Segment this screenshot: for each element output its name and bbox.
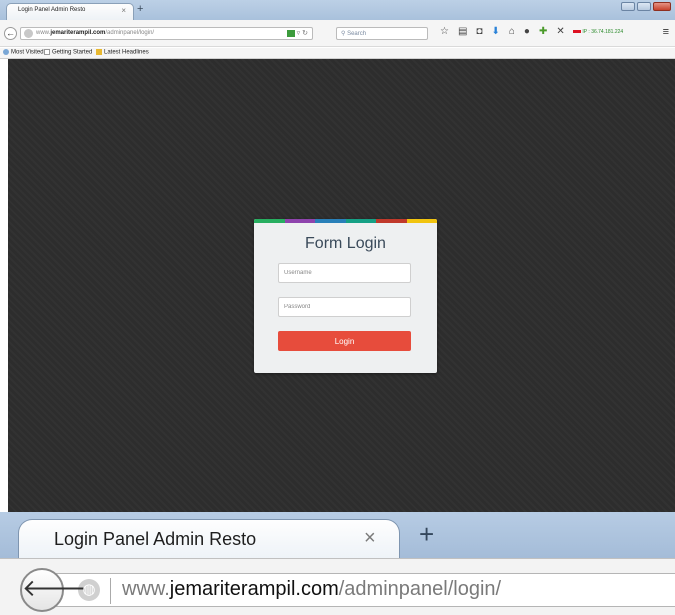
stripe-segment bbox=[315, 219, 346, 223]
zoomed-navigation-toolbar: ◍ www.jemariterampil.com/adminpanel/logi… bbox=[0, 558, 675, 615]
library-icon[interactable]: ▤ bbox=[458, 25, 467, 39]
toolbar-icons: ☆ ▤ ◘ ⬇ ⌂ ● ✚ ✕ bbox=[440, 25, 565, 39]
stripe-segment bbox=[376, 219, 407, 223]
home-icon[interactable]: ⌂ bbox=[509, 25, 515, 39]
hamburger-menu-icon[interactable]: ≡ bbox=[663, 25, 669, 39]
reload-icon[interactable]: ↻ bbox=[302, 30, 308, 37]
zoomed-new-tab-button[interactable]: + bbox=[419, 521, 434, 547]
new-tab-button[interactable]: + bbox=[137, 3, 143, 15]
zoomed-browser-chrome: Login Panel Admin Resto × + ◍ www.jemari… bbox=[0, 512, 675, 615]
addon-flag-icon[interactable] bbox=[286, 29, 295, 37]
zoomed-tab-title: Login Panel Admin Resto bbox=[54, 529, 257, 549]
stripe-segment bbox=[345, 219, 376, 223]
back-arrow-icon[interactable]: 🡐 bbox=[20, 568, 86, 612]
minimize-button[interactable] bbox=[621, 2, 635, 11]
pocket-icon[interactable]: ◘ bbox=[476, 25, 482, 39]
login-button[interactable]: Login bbox=[278, 331, 411, 351]
download-icon[interactable]: ⬇ bbox=[491, 25, 499, 39]
zoomed-tab-strip: Login Panel Admin Resto × + bbox=[0, 512, 675, 558]
globe-icon bbox=[24, 29, 33, 38]
bookmark-getting-started[interactable]: Getting Started bbox=[44, 49, 92, 56]
ip-badge: IP : 36.74.181.224 bbox=[573, 29, 623, 35]
browser-tab-strip: Login Panel Admin Resto × + bbox=[0, 0, 675, 20]
username-field[interactable] bbox=[278, 263, 411, 283]
browser-tab[interactable]: Login Panel Admin Resto × bbox=[6, 3, 134, 20]
dropdown-icon[interactable]: ▿ bbox=[297, 30, 301, 37]
addon-icon[interactable]: ✚ bbox=[539, 25, 547, 39]
window-close-button[interactable] bbox=[653, 2, 671, 11]
password-field[interactable] bbox=[278, 297, 411, 317]
search-placeholder: ⚲ Search bbox=[341, 31, 367, 37]
rss-icon bbox=[96, 49, 102, 55]
address-bar[interactable]: www.jemariterampil.com/adminpanel/login/… bbox=[20, 27, 313, 40]
navigation-toolbar: ← www.jemariterampil.com/adminpanel/logi… bbox=[0, 20, 675, 47]
bookmark-latest-headlines[interactable]: Latest Headlines bbox=[96, 49, 149, 56]
address-bar-actions: ▿ ↻ bbox=[286, 29, 308, 37]
bookmarks-toolbar: Most Visited Getting Started Latest Head… bbox=[0, 48, 675, 59]
x-extension-icon[interactable]: ✕ bbox=[556, 25, 564, 39]
bookmark-most-visited[interactable]: Most Visited bbox=[3, 49, 44, 56]
stripe-segment bbox=[254, 219, 285, 223]
zoomed-address-url: www.jemariterampil.com/adminpanel/login/ bbox=[122, 578, 502, 600]
window-controls bbox=[621, 2, 671, 11]
maximize-button[interactable] bbox=[637, 2, 651, 11]
stripe-segment bbox=[406, 219, 437, 223]
zoomed-browser-tab[interactable]: Login Panel Admin Resto × bbox=[18, 519, 400, 558]
zoomed-tab-close-icon[interactable]: × bbox=[364, 527, 376, 550]
separator bbox=[110, 578, 111, 604]
zoomed-address-bar[interactable]: ◍ www.jemariterampil.com/adminpanel/logi… bbox=[56, 573, 675, 607]
form-title: Form Login bbox=[305, 235, 386, 252]
color-stripe bbox=[254, 219, 437, 223]
page-viewport: Form Login Login bbox=[8, 59, 675, 512]
tab-close-icon[interactable]: × bbox=[121, 6, 126, 15]
search-bar[interactable]: ⚲ Search bbox=[336, 27, 428, 40]
stripe-segment bbox=[284, 219, 315, 223]
bookmark-icon bbox=[3, 49, 9, 55]
search-icon: ⚲ bbox=[341, 31, 346, 37]
back-arrow-icon[interactable]: ← bbox=[4, 27, 17, 40]
bookmark-star-icon[interactable]: ☆ bbox=[440, 25, 449, 39]
chat-icon[interactable]: ● bbox=[524, 25, 530, 39]
address-url: www.jemariterampil.com/adminpanel/login/ bbox=[36, 30, 155, 36]
login-card: Form Login Login bbox=[254, 219, 437, 373]
tab-title: Login Panel Admin Resto bbox=[18, 7, 86, 13]
page-icon bbox=[44, 49, 50, 55]
flag-icon bbox=[573, 30, 581, 34]
